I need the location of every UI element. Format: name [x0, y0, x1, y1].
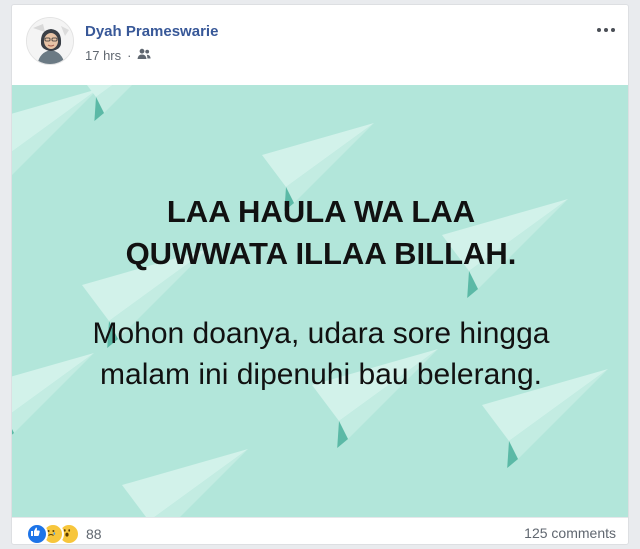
post-card: Dyah Prameswarie 17 hrs · LAA HAULA WA L…: [11, 4, 629, 545]
friends-icon[interactable]: [137, 48, 152, 63]
image-message: Mohon doanya, udara sore hingga malam in…: [92, 317, 550, 391]
author-name[interactable]: Dyah Prameswarie: [85, 23, 218, 40]
reactions-summary[interactable]: 88: [26, 523, 102, 544]
post-image[interactable]: LAA HAULA WA LAA QUWWATA ILLAA BILLAH. M…: [12, 85, 628, 517]
post-footer: 88 125 comments: [12, 517, 628, 544]
image-text: LAA HAULA WA LAA QUWWATA ILLAA BILLAH. M…: [12, 85, 628, 517]
more-options-icon[interactable]: [594, 23, 618, 37]
comments-link[interactable]: 125 comments: [524, 525, 616, 541]
avatar-portrait: [27, 18, 73, 64]
post-header: Dyah Prameswarie 17 hrs ·: [12, 5, 628, 85]
like-reaction-icon: [26, 523, 48, 544]
privacy-separator: ·: [127, 47, 132, 63]
post-timestamp[interactable]: 17 hrs: [85, 48, 121, 63]
image-headline: LAA HAULA WA LAA QUWWATA ILLAA BILLAH.: [125, 194, 517, 271]
post-meta: 17 hrs ·: [85, 47, 152, 63]
reaction-count: 88: [86, 526, 102, 542]
author-avatar[interactable]: [26, 17, 74, 65]
